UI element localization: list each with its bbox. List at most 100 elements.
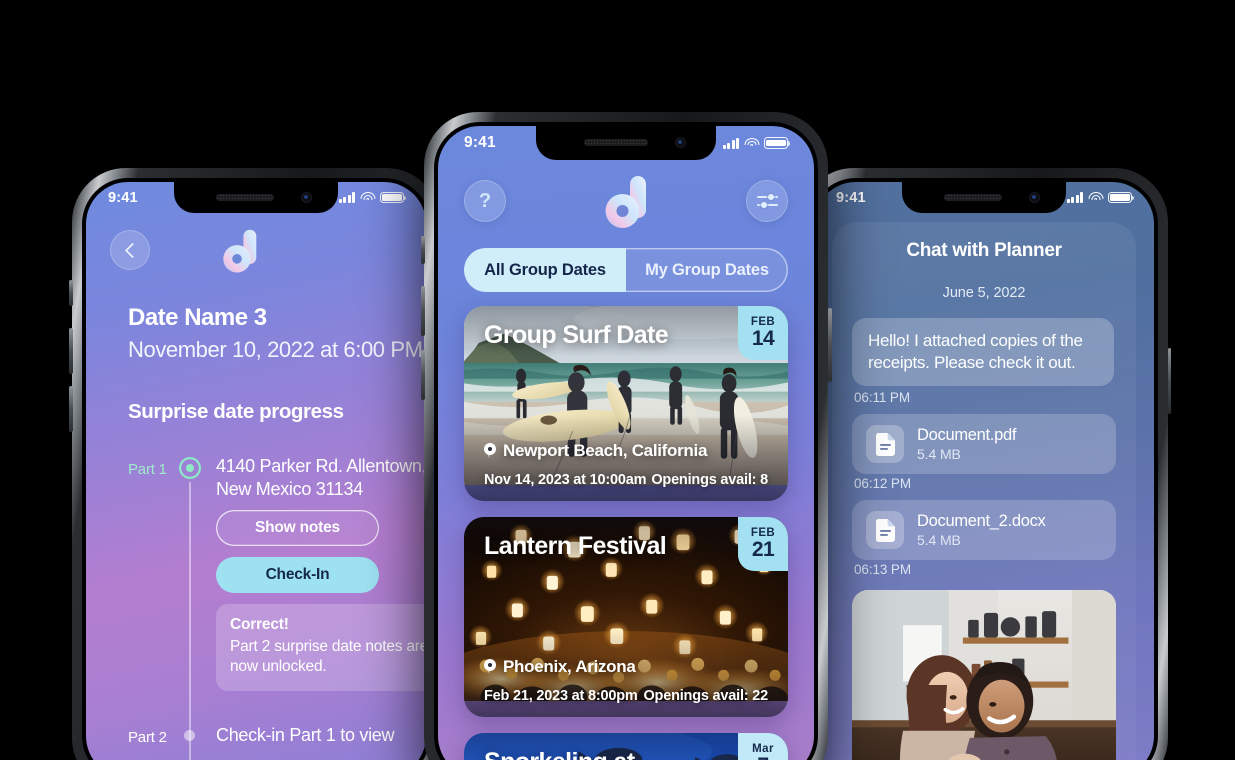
timeline-connector <box>189 482 191 760</box>
note-body: Part 2 surprise date notes are now unloc… <box>230 638 426 676</box>
volume-up-button[interactable] <box>69 328 73 374</box>
chat-image-attachment[interactable] <box>852 590 1116 760</box>
battery-icon <box>764 137 791 149</box>
phone-inner-center: 9:41 ? All Group Dates My Group Dates Gr… <box>434 122 818 760</box>
card-datetime: Feb 21, 2023 at 8:00pm <box>484 688 638 704</box>
battery-icon <box>1108 191 1135 204</box>
filter-button[interactable] <box>746 180 788 222</box>
group-dates-tabs[interactable]: All Group Dates My Group Dates <box>464 248 788 292</box>
file-meta: Document.pdf 5.4 MB <box>917 426 1016 463</box>
chevron-left-icon <box>124 242 140 258</box>
screenshot-stage: 9:41 Date Name 3 November 10, 2022 at 6:… <box>0 0 1235 760</box>
location-pin-icon <box>484 659 496 675</box>
notch-right <box>902 182 1066 213</box>
date-badge: FEB 14 <box>738 306 788 360</box>
file-size: 5.4 MB <box>917 446 961 463</box>
phone-left: 9:41 Date Name 3 November 10, 2022 at 6:… <box>69 168 443 760</box>
tab-all-group-dates[interactable]: All Group Dates <box>464 248 626 292</box>
battery-icon <box>380 191 407 204</box>
chat-panel: Chat with Planner June 5, 2022 Hello! I … <box>832 222 1136 760</box>
card-openings: Openings avail: 8 <box>651 472 768 488</box>
screen-right: 9:41 Chat with Planner June 5, 2022 Hell… <box>814 182 1154 760</box>
power-button-center[interactable] <box>827 308 832 382</box>
card-location: Phoenix, Arizona <box>484 657 768 677</box>
file-name: Document.pdf <box>917 425 1017 444</box>
group-date-card[interactable]: Group Surf Date FEB 14 Newport Beach, Ca… <box>464 306 788 501</box>
timeline-part-2-label: Part 2 <box>128 729 167 746</box>
timeline-node-active[interactable] <box>179 457 201 479</box>
page-title: Date Name 3 <box>128 304 267 331</box>
chat-title: Chat with Planner <box>906 240 1062 261</box>
couple-with-coffee-photo <box>852 590 1116 760</box>
earpiece-speaker <box>216 194 274 201</box>
card-datetime: Nov 14, 2023 at 10:00am <box>484 472 647 488</box>
timeline-node-locked <box>184 730 195 741</box>
date-badge: FEB 21 <box>738 517 788 571</box>
volume-down-button[interactable] <box>69 386 73 432</box>
card-title: Lantern Festival <box>484 532 667 560</box>
card-meta: Nov 14, 2023 at 10:00am Openings avail: … <box>484 472 768 488</box>
note-title: Correct! <box>230 616 289 633</box>
question-mark-icon: ? <box>478 189 492 212</box>
chat-timestamp: 06:12 PM <box>854 476 911 491</box>
wifi-icon <box>1088 192 1103 203</box>
app-logo-d <box>605 176 646 228</box>
group-date-card[interactable]: Lantern Festival FEB 21 Phoenix, Arizona… <box>464 517 788 717</box>
phone-center: 9:41 ? All Group Dates My Group Dates Gr… <box>420 112 832 760</box>
cellular-signal-icon <box>339 192 355 203</box>
chat-file-attachment[interactable]: Document.pdf 5.4 MB <box>852 414 1116 474</box>
document-icon <box>866 425 904 463</box>
center-header: ? <box>438 174 814 232</box>
status-indicators <box>339 191 407 204</box>
card-location: Newport Beach, California <box>484 441 768 461</box>
section-heading: Surprise date progress <box>128 400 344 423</box>
left-header <box>86 226 426 280</box>
volume-down-button-center[interactable] <box>420 350 425 400</box>
notch-left <box>174 182 338 213</box>
card-openings: Openings avail: 22 <box>643 688 768 704</box>
location-pin-icon <box>484 443 496 459</box>
chat-timestamp: 06:13 PM <box>854 562 911 577</box>
chat-timestamp: 06:11 PM <box>854 390 910 405</box>
timeline-part-2-text: Check-in Part 1 to view <box>216 725 395 745</box>
volume-up-button-center[interactable] <box>420 286 425 336</box>
card-meta: Feb 21, 2023 at 8:00pm Openings avail: 2… <box>484 688 768 704</box>
back-button[interactable] <box>110 230 150 270</box>
help-button[interactable]: ? <box>464 180 506 222</box>
badge-day: 14 <box>751 327 775 351</box>
show-notes-button[interactable]: Show notes <box>216 510 379 546</box>
mute-switch-center[interactable] <box>420 236 425 264</box>
badge-day: 7 <box>757 755 769 760</box>
mute-switch[interactable] <box>69 280 73 306</box>
cellular-signal-icon <box>1067 192 1083 203</box>
power-button-right[interactable] <box>1167 348 1171 414</box>
earpiece-speaker <box>944 194 1002 201</box>
wifi-icon <box>360 192 375 203</box>
notch-center <box>536 126 716 160</box>
tab-my-group-dates[interactable]: My Group Dates <box>626 248 788 292</box>
phone-right: 9:41 Chat with Planner June 5, 2022 Hell… <box>800 168 1171 760</box>
file-name: Document_2.docx <box>917 511 1046 530</box>
date-badge: Mar 7 <box>738 733 788 760</box>
card-location-text: Newport Beach, California <box>503 441 708 460</box>
phone-inner-left: 9:41 Date Name 3 November 10, 2022 at 6:… <box>82 178 430 760</box>
status-time: 9:41 <box>836 189 866 206</box>
screen-center: 9:41 ? All Group Dates My Group Dates Gr… <box>438 126 814 760</box>
front-camera <box>675 137 686 148</box>
chat-file-attachment[interactable]: Document_2.docx 5.4 MB <box>852 500 1116 560</box>
file-size: 5.4 MB <box>917 532 961 549</box>
surprise-date-timeline: Part 1 4140 Parker Rd. Allentown, New Me… <box>86 452 426 760</box>
group-dates-list[interactable]: Group Surf Date FEB 14 Newport Beach, Ca… <box>464 306 788 760</box>
document-glyph <box>875 432 895 456</box>
group-date-card[interactable]: Snorkeling at Mar 7 <box>464 733 788 760</box>
app-logo-d <box>223 229 257 273</box>
chat-bubble-incoming: Hello! I attached copies of the receipts… <box>852 318 1114 387</box>
cellular-signal-icon <box>723 137 739 149</box>
file-meta: Document_2.docx 5.4 MB <box>917 512 1046 549</box>
front-camera <box>301 192 312 203</box>
timeline-part-1-label: Part 1 <box>128 461 167 478</box>
status-time: 9:41 <box>108 189 138 206</box>
check-in-button[interactable]: Check-In <box>216 557 379 593</box>
card-location-text: Phoenix, Arizona <box>503 657 636 676</box>
earpiece-speaker <box>584 139 648 146</box>
